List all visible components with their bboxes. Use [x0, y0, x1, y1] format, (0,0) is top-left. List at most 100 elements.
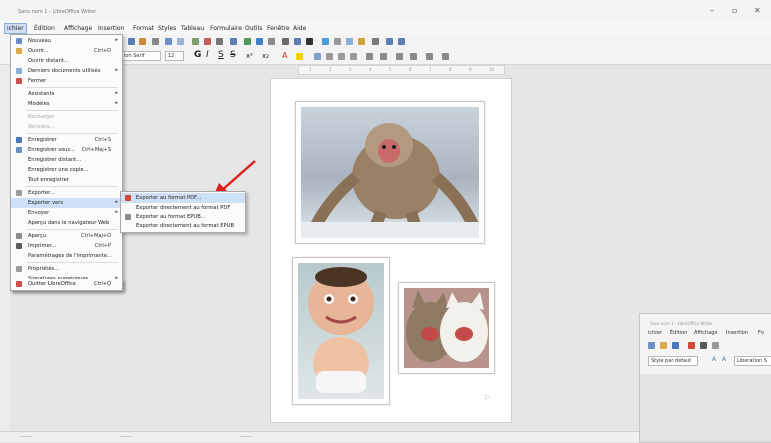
italic-button[interactable]: I	[206, 50, 209, 60]
second-menu-insertion[interactable]: Insertion	[726, 330, 748, 336]
menu-item-enregistrer-sous[interactable]: Enregistrer sous... Ctrl+Maj+S	[11, 145, 122, 155]
second-save-icon[interactable]	[672, 342, 679, 349]
menu-item-tout-enregistrer[interactable]: Tout enregistrer	[11, 175, 122, 185]
font-color-icon[interactable]: A	[282, 51, 287, 60]
bold-button[interactable]: G	[194, 50, 201, 60]
menu-item-apercu[interactable]: Aperçu Ctrl+Maj+O	[11, 231, 122, 241]
insert-image-icon[interactable]	[244, 38, 251, 45]
maximize-icon[interactable]: ▫	[732, 6, 737, 15]
second-menu-format[interactable]: Fo	[758, 330, 764, 336]
paragraph-spacing-icon[interactable]	[442, 53, 449, 60]
menu-aide[interactable]: Aide	[293, 25, 306, 32]
snow-monkey-photo[interactable]	[295, 101, 485, 244]
insert-field-icon[interactable]	[294, 38, 301, 45]
underline-button[interactable]: S	[218, 50, 224, 60]
baby-caricature-photo[interactable]	[292, 257, 390, 405]
menu-item-ouvrir[interactable]: Ouvrir... Ctrl+O	[11, 46, 122, 56]
menu-outils[interactable]: Outils	[245, 25, 262, 32]
menu-item-nouveau[interactable]: Nouveau ▸	[11, 36, 122, 46]
comment-icon[interactable]	[346, 38, 353, 45]
menu-item-exporter-vers[interactable]: Exporter vers ▸	[11, 198, 122, 208]
superscript-icon[interactable]: x²	[246, 52, 253, 60]
menu-affichage[interactable]: Affichage	[64, 25, 92, 32]
special-char-icon[interactable]	[306, 38, 313, 45]
menu-item-envoyer[interactable]: Envoyer ▸	[11, 208, 122, 218]
outdent-icon[interactable]	[410, 53, 417, 60]
page-break-icon[interactable]	[282, 38, 289, 45]
menu-styles[interactable]: Styles	[158, 25, 176, 32]
horizontal-ruler[interactable]: 123 456 7 8 9 10	[298, 65, 505, 75]
document-page[interactable]: ▷	[270, 78, 512, 423]
menu-item-enregistrer[interactable]: Enregistrer Ctrl+S	[11, 135, 122, 145]
insert-chart-icon[interactable]	[256, 38, 263, 45]
find-replace-icon[interactable]	[192, 38, 199, 45]
menu-item-exporter[interactable]: Exporter...	[11, 188, 122, 198]
menu-item-imprimer[interactable]: Imprimer... Ctrl+P	[11, 241, 122, 251]
font-size-box[interactable]: 12	[165, 51, 184, 61]
copy-icon[interactable]	[128, 38, 135, 45]
second-style-update-icon[interactable]: A	[712, 356, 716, 363]
menu-item-proprietes[interactable]: Propriétés...	[11, 264, 122, 274]
menu-edition[interactable]: Édition	[34, 25, 55, 32]
basic-shapes-icon[interactable]	[386, 38, 393, 45]
numbering-icon[interactable]	[380, 53, 387, 60]
menu-fichier[interactable]: ichier	[4, 23, 27, 34]
menu-item-enregistrer-copie[interactable]: Enregistrer une copie...	[11, 165, 122, 175]
menu-item-derniers-documents[interactable]: Derniers documents utilisés ▸	[11, 66, 122, 76]
redo-icon[interactable]	[177, 38, 184, 45]
justify-icon[interactable]	[350, 53, 357, 60]
menu-item-ouvrir-distant[interactable]: Ouvrir distant...	[11, 56, 122, 66]
footnote-icon[interactable]	[334, 38, 341, 45]
second-menu-fichier[interactable]: ichier	[648, 330, 662, 336]
bullets-icon[interactable]	[366, 53, 373, 60]
menu-item-parametrages-imprimante[interactable]: Paramétrages de l'imprimante...	[11, 251, 122, 261]
laughing-cats-photo[interactable]	[398, 282, 495, 374]
subscript-icon[interactable]: x₂	[262, 52, 269, 60]
second-menu-affichage[interactable]: Affichage	[694, 330, 718, 336]
menu-item-fermer[interactable]: Fermer	[11, 76, 122, 86]
second-open-icon[interactable]	[660, 342, 667, 349]
track-changes-icon[interactable]	[358, 38, 365, 45]
submenu-item-export-epub-direct[interactable]: Exporter directement au format EPUB	[121, 221, 245, 231]
submenu-item-export-pdf[interactable]: Exporter au format PDF...	[121, 193, 245, 203]
align-center-icon[interactable]	[326, 53, 333, 60]
menu-fenetre[interactable]: Fenêtre	[267, 25, 290, 32]
second-menu-edition[interactable]: Édition	[670, 330, 687, 336]
menu-format[interactable]: Format	[133, 25, 154, 32]
align-left-icon[interactable]	[314, 53, 321, 60]
close-icon[interactable]: ✕	[754, 6, 761, 15]
align-right-icon[interactable]	[338, 53, 345, 60]
menu-formulaire[interactable]: Formulaire	[210, 25, 242, 32]
menu-item-apercu-web[interactable]: Aperçu dans le navigateur Web	[11, 218, 122, 228]
second-pdf-icon[interactable]	[688, 342, 695, 349]
minimize-icon[interactable]: –	[710, 6, 714, 15]
second-new-icon[interactable]	[648, 342, 655, 349]
spellcheck-icon[interactable]	[204, 38, 211, 45]
second-writer-window[interactable]: Sans nom 1 - LibreOffice Writer ichier É…	[639, 313, 771, 443]
second-window-document-area[interactable]	[640, 374, 771, 442]
undo-icon[interactable]	[165, 38, 172, 45]
paste-icon[interactable]	[139, 38, 146, 45]
insert-table-icon[interactable]	[230, 38, 237, 45]
second-style-new-icon[interactable]: A	[722, 356, 726, 363]
second-preview-icon[interactable]	[712, 342, 719, 349]
hyperlink-icon[interactable]	[322, 38, 329, 45]
menu-item-modeles[interactable]: Modèles ▸	[11, 99, 122, 109]
formatting-marks-icon[interactable]	[216, 38, 223, 45]
menu-item-assistants[interactable]: Assistants ▸	[11, 89, 122, 99]
strikethrough-button[interactable]: S	[230, 50, 236, 60]
highlight-icon[interactable]	[296, 53, 303, 60]
clone-format-icon[interactable]	[152, 38, 159, 45]
second-font-box[interactable]: Liberation S	[734, 356, 771, 366]
font-name-box[interactable]: ion Serif	[121, 51, 161, 61]
menu-item-quitter[interactable]: Quitter LibreOffice Ctrl+Q	[10, 279, 123, 291]
indent-icon[interactable]	[396, 53, 403, 60]
menu-item-enregistrer-distant[interactable]: Enregistrer distant...	[11, 155, 122, 165]
menu-tableau[interactable]: Tableau	[181, 25, 204, 32]
second-style-box[interactable]: Style par défaut	[648, 356, 698, 366]
menu-insertion[interactable]: Insertion	[98, 25, 124, 32]
line-spacing-icon[interactable]	[426, 53, 433, 60]
insert-line-icon[interactable]	[372, 38, 379, 45]
second-print-icon[interactable]	[700, 342, 707, 349]
draw-functions-icon[interactable]	[398, 38, 405, 45]
